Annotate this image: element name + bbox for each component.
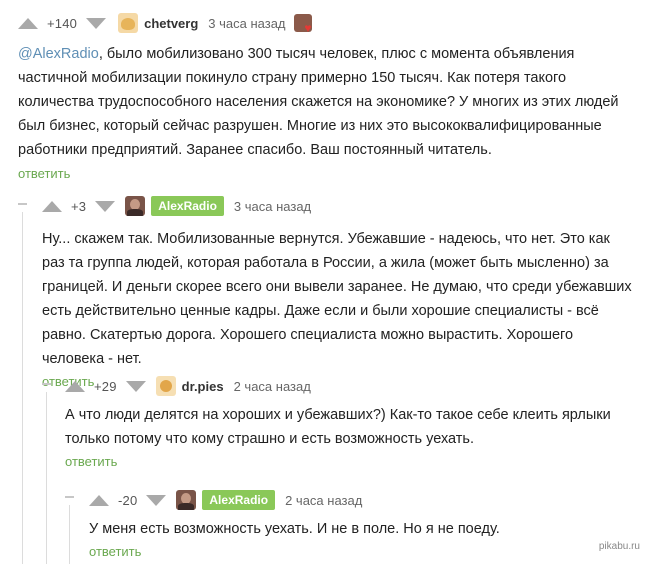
avatar[interactable] xyxy=(155,376,176,396)
site-watermark: pikabu.ru xyxy=(598,541,640,552)
username-author-badge[interactable]: AlexRadio xyxy=(151,196,224,216)
downvote-icon[interactable] xyxy=(95,200,116,212)
comment-time[interactable]: 3 часа назад xyxy=(234,199,311,214)
downvote-icon[interactable] xyxy=(146,494,167,506)
avatar[interactable] xyxy=(125,196,146,216)
comment-time[interactable]: 3 часа назад xyxy=(208,16,285,31)
upvote-icon[interactable] xyxy=(18,17,38,29)
username[interactable]: dr.pies xyxy=(182,379,224,394)
username-author-badge[interactable]: AlexRadio xyxy=(202,490,276,510)
reply-link[interactable]: ответить xyxy=(65,454,117,469)
collapse-thread-icon[interactable] xyxy=(65,496,74,498)
comment-alexradio: +3 AlexRadio 3 часа назад Ну... скажем т… xyxy=(42,193,632,391)
comment-chetverg: +140 chetverg 3 часа назад @AlexRadio, б… xyxy=(18,10,628,183)
downvote-icon[interactable] xyxy=(86,17,107,29)
upvote-icon[interactable] xyxy=(42,200,62,212)
avatar[interactable] xyxy=(176,490,197,510)
comment-text: @AlexRadio, было мобилизовано 300 тысяч … xyxy=(18,46,619,158)
comment-text: У меня есть возможность уехать. И не в п… xyxy=(89,521,500,537)
award-heart-icon xyxy=(293,14,312,32)
reply-link[interactable]: ответить xyxy=(18,166,70,181)
comment-alexradio-reply: -20 AlexRadio 2 часа назад У меня есть в… xyxy=(89,487,629,561)
collapse-thread-icon[interactable] xyxy=(42,383,51,385)
mention-link[interactable]: @AlexRadio xyxy=(18,46,99,62)
comment-time[interactable]: 2 часа назад xyxy=(285,493,362,508)
reply-link[interactable]: ответить xyxy=(89,544,141,559)
downvote-icon[interactable] xyxy=(125,380,146,392)
comment-rating: -20 xyxy=(118,492,138,508)
username[interactable]: chetverg xyxy=(144,16,198,31)
comment-rating: +140 xyxy=(47,15,78,31)
thread-line[interactable] xyxy=(69,505,70,564)
upvote-icon[interactable] xyxy=(89,494,109,506)
comment-rating: +3 xyxy=(71,198,87,214)
collapse-thread-icon[interactable] xyxy=(18,203,27,205)
avatar[interactable] xyxy=(118,13,139,33)
thread-line[interactable] xyxy=(22,212,23,564)
comment-text: А что люди делятся на хороших и убежавши… xyxy=(65,407,611,447)
comment-header: +29 dr.pies 2 часа назад xyxy=(65,373,630,399)
comment-dr-pies: +29 dr.pies 2 часа назад А что люди деля… xyxy=(65,373,630,471)
comment-rating: +29 xyxy=(94,378,117,394)
thread-line[interactable] xyxy=(46,392,47,564)
comment-header: +3 AlexRadio 3 часа назад xyxy=(42,193,632,219)
comment-header: -20 AlexRadio 2 часа назад xyxy=(89,487,629,513)
upvote-icon[interactable] xyxy=(65,380,85,392)
comment-header: +140 chetverg 3 часа назад xyxy=(18,10,628,36)
comment-time[interactable]: 2 часа назад xyxy=(234,379,311,394)
comment-text: Ну... скажем так. Мобилизованные вернутс… xyxy=(42,231,632,367)
